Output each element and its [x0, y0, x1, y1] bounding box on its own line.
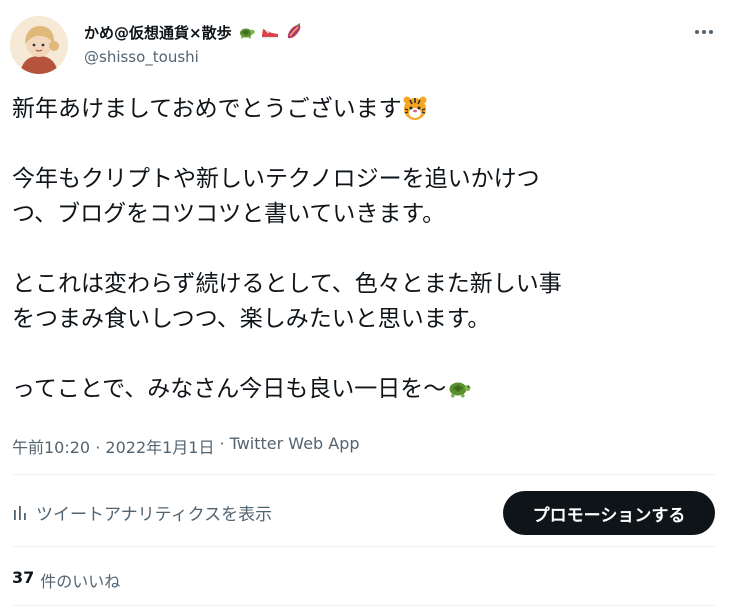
divider [12, 474, 716, 475]
display-name[interactable]: かめ@仮想通貨×散歩 [84, 22, 232, 43]
analytics-icon [14, 505, 26, 520]
meta-separator: · [219, 434, 225, 453]
tweet-time-link[interactable]: 午前10:20 · 2022年1月1日 [12, 434, 215, 458]
more-options-button[interactable] [692, 20, 716, 44]
tweet-paragraph: 新年あけましておめでとうございます [12, 92, 712, 127]
tweet-text: 新年あけましておめでとうございます 今年もクリプトや新しいテクノロジーを追いかけ… [12, 92, 712, 407]
tweet-paragraph: 今年もクリプトや新しいテクノロジーを追いかけつ つ、ブログをコツコツと書いていき… [12, 162, 712, 232]
sneaker-icon [261, 29, 278, 39]
tweet-paragraph: ってことで、みなさん今日も良い一日を〜 [12, 372, 712, 407]
avatar-illustration [10, 16, 68, 74]
promote-button[interactable]: プロモーションする [503, 491, 715, 535]
turtle-icon [239, 28, 255, 39]
tweet-date: 2022年1月1日 [105, 438, 215, 457]
tiger-face-icon [403, 96, 427, 120]
tweet-line: 新年あけましておめでとうございます [12, 96, 402, 122]
divider [12, 546, 716, 547]
likes-count-link[interactable]: 37 件のいいね [12, 568, 120, 592]
author-handle[interactable]: @shisso_toushi [84, 48, 199, 66]
likes-label: 件のいいね [40, 572, 121, 591]
more-dots-icon [695, 30, 713, 34]
view-analytics-link[interactable]: ツイートアナリティクスを表示 [12, 500, 272, 525]
tweet-line: とこれは変わらず続けるとして、色々とまた新しい事 [12, 271, 562, 297]
meta-separator: · [95, 438, 101, 457]
tweet-line: つ、ブログをコツコツと書いていきます。 [12, 201, 446, 227]
avatar[interactable] [10, 16, 68, 74]
turtle-icon [449, 382, 471, 398]
tweet-line: ってことで、みなさん今日も良い一日を〜 [12, 376, 447, 402]
tweet-time: 午前10:20 [12, 438, 91, 457]
divider [12, 605, 716, 606]
sweet-potato-icon [287, 23, 300, 39]
likes-count: 37 [12, 568, 35, 587]
tweet-line: 今年もクリプトや新しいテクノロジーを追いかけつ [12, 166, 540, 192]
analytics-label: ツイートアナリティクスを表示 [36, 505, 273, 525]
tweet-line: をつまみ食いしつつ、楽しみたいと思います。 [12, 306, 491, 332]
author-name-row[interactable]: かめ@仮想通貨×散歩 [84, 21, 304, 43]
tweet-meta: 午前10:20 · 2022年1月1日 · Twitter Web App [12, 434, 360, 458]
tweet-source-link[interactable]: Twitter Web App [230, 434, 360, 458]
tweet-paragraph: とこれは変わらず続けるとして、色々とまた新しい事 をつまみ食いしつつ、楽しみたい… [12, 267, 712, 337]
